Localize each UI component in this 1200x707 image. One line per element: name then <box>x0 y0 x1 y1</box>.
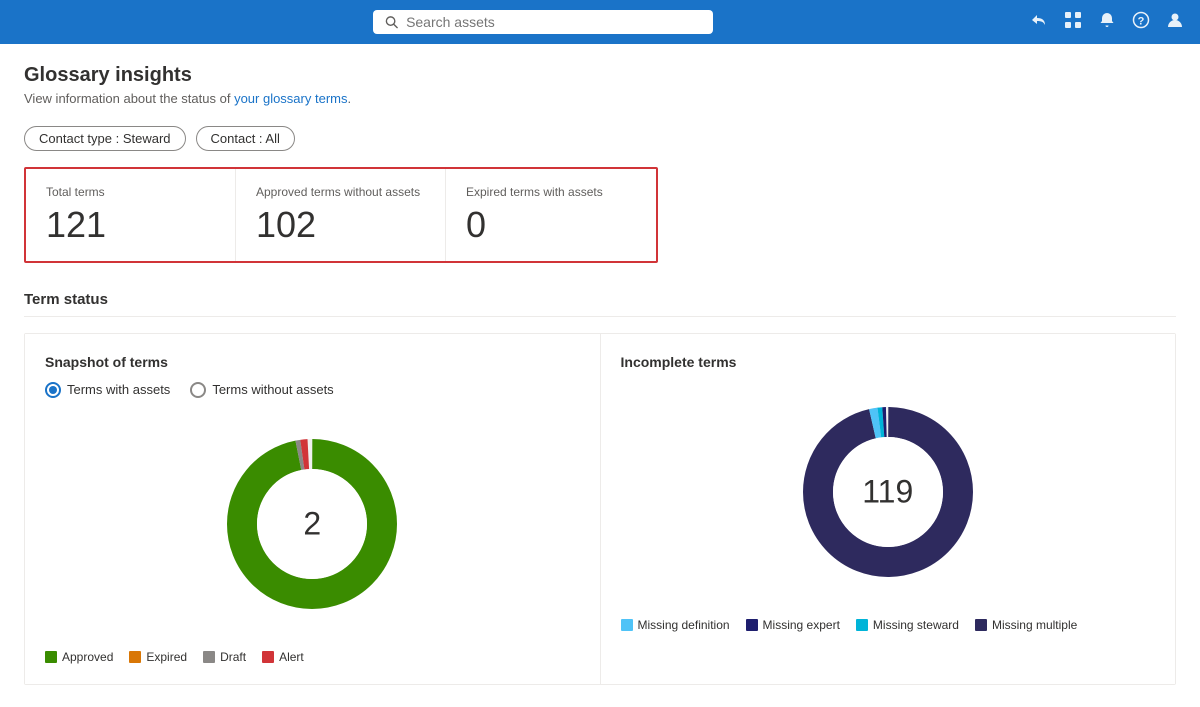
legend-expired: Expired <box>129 650 187 664</box>
legend-missing-multiple: Missing multiple <box>975 618 1077 632</box>
legend-missing-expert: Missing expert <box>746 618 840 632</box>
glossary-terms-link[interactable]: your glossary terms <box>234 91 347 106</box>
legend-approved: Approved <box>45 650 113 664</box>
header-icons: ? <box>1030 11 1184 34</box>
charts-row: Snapshot of terms Terms with assets Term… <box>24 333 1176 685</box>
legend-missing-steward: Missing steward <box>856 618 959 632</box>
help-icon[interactable]: ? <box>1132 11 1150 34</box>
missing-definition-swatch <box>621 619 633 631</box>
filters-bar: Contact type : Steward Contact : All <box>24 126 1176 151</box>
svg-text:?: ? <box>1138 15 1145 27</box>
missing-expert-swatch <box>746 619 758 631</box>
incomplete-donut-svg-wrap: 119 <box>788 392 988 592</box>
total-terms-card: Total terms 121 <box>26 169 236 261</box>
incomplete-donut-center: 119 <box>862 473 913 510</box>
snapshot-donut-container: 2 <box>45 414 580 634</box>
legend-draft: Draft <box>203 650 246 664</box>
snapshot-donut-svg-wrap: 2 <box>212 424 412 624</box>
expired-terms-card: Expired terms with assets 0 <box>446 169 656 261</box>
page-subtitle: View information about the status of you… <box>24 91 1176 106</box>
expired-terms-label: Expired terms with assets <box>466 185 632 199</box>
draft-label: Draft <box>220 650 246 664</box>
snapshot-panel: Snapshot of terms Terms with assets Term… <box>25 334 601 684</box>
search-input[interactable] <box>406 14 701 30</box>
radio-empty-icon <box>190 382 206 398</box>
contact-type-filter[interactable]: Contact type : Steward <box>24 126 186 151</box>
reply-icon[interactable] <box>1030 11 1048 34</box>
incomplete-title: Incomplete terms <box>621 354 1156 370</box>
expired-swatch <box>129 651 141 663</box>
total-terms-label: Total terms <box>46 185 211 199</box>
main-content: Glossary insights View information about… <box>0 44 1200 707</box>
search-icon <box>385 15 398 29</box>
app-header: ? <box>0 0 1200 44</box>
person-icon[interactable] <box>1166 11 1184 34</box>
radio-terms-with-assets[interactable]: Terms with assets <box>45 382 170 398</box>
expired-terms-value: 0 <box>466 205 632 245</box>
incomplete-legend: Missing definition Missing expert Missin… <box>621 618 1156 632</box>
page-title: Glossary insights <box>24 64 1176 87</box>
radio-terms-without-assets-label: Terms without assets <box>212 382 333 397</box>
missing-multiple-label: Missing multiple <box>992 618 1077 632</box>
incomplete-panel: Incomplete terms <box>601 334 1176 684</box>
radio-terms-without-assets[interactable]: Terms without assets <box>190 382 333 398</box>
metric-cards-group: Total terms 121 Approved terms without a… <box>24 167 658 263</box>
snapshot-title: Snapshot of terms <box>45 354 580 370</box>
legend-alert: Alert <box>262 650 304 664</box>
approved-label: Approved <box>62 650 113 664</box>
draft-swatch <box>203 651 215 663</box>
missing-multiple-swatch <box>975 619 987 631</box>
expired-label: Expired <box>146 650 187 664</box>
radio-terms-with-assets-label: Terms with assets <box>67 382 170 397</box>
alert-label: Alert <box>279 650 304 664</box>
approved-swatch <box>45 651 57 663</box>
alert-swatch <box>262 651 274 663</box>
missing-steward-swatch <box>856 619 868 631</box>
term-status-section-title: Term status <box>24 291 1176 317</box>
legend-missing-definition: Missing definition <box>621 618 730 632</box>
approved-terms-card: Approved terms without assets 102 <box>236 169 446 261</box>
bell-icon[interactable] <box>1098 11 1116 34</box>
radio-group-snapshot: Terms with assets Terms without assets <box>45 382 580 398</box>
total-terms-value: 121 <box>46 205 211 245</box>
grid-icon[interactable] <box>1064 11 1082 34</box>
search-bar[interactable] <box>373 10 713 34</box>
snapshot-legend: Approved Expired Draft Alert <box>45 650 580 664</box>
missing-expert-label: Missing expert <box>763 618 840 632</box>
approved-terms-value: 102 <box>256 205 421 245</box>
contact-filter[interactable]: Contact : All <box>196 126 295 151</box>
missing-steward-label: Missing steward <box>873 618 959 632</box>
radio-filled-icon <box>45 382 61 398</box>
missing-definition-label: Missing definition <box>638 618 730 632</box>
incomplete-donut-container: 119 <box>621 382 1156 602</box>
snapshot-donut-center: 2 <box>303 505 321 542</box>
approved-terms-label: Approved terms without assets <box>256 185 421 199</box>
